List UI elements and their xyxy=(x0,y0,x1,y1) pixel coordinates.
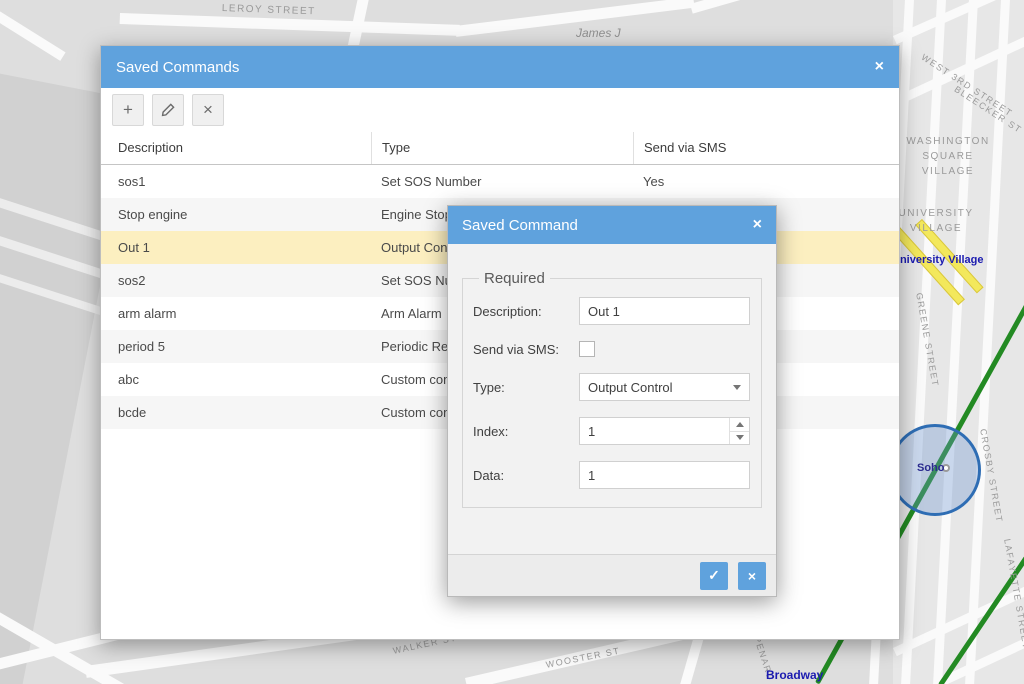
form-row-data: Data: xyxy=(473,461,751,489)
cell-description: bcde xyxy=(101,396,371,429)
grid-header: Description Type Send via SMS xyxy=(101,132,899,165)
triangle-down-icon xyxy=(736,435,744,440)
form-row-description: Description: xyxy=(473,297,751,325)
description-label: Description: xyxy=(473,304,579,319)
close-icon[interactable]: × xyxy=(875,59,884,75)
index-field[interactable] xyxy=(580,418,729,444)
plus-icon: + xyxy=(123,100,133,120)
stepper-buttons xyxy=(729,418,749,444)
cell-type: Set SOS Number xyxy=(371,165,633,198)
type-label: Type: xyxy=(473,380,579,395)
column-header-description[interactable]: Description xyxy=(101,132,371,164)
description-field[interactable] xyxy=(579,297,750,325)
chevron-down-icon xyxy=(733,385,741,390)
check-icon: ✓ xyxy=(708,567,720,584)
poi-label-soho: Soho xyxy=(917,462,945,474)
saved-command-header[interactable]: Saved Command × xyxy=(448,206,776,244)
fieldset-legend: Required xyxy=(479,270,550,287)
column-header-type[interactable]: Type xyxy=(371,132,633,164)
triangle-up-icon xyxy=(736,422,744,427)
pencil-icon xyxy=(161,103,175,117)
cross-icon: × xyxy=(748,568,756,584)
cancel-button[interactable]: × xyxy=(738,562,766,590)
form-row-sms: Send via SMS: xyxy=(473,341,751,357)
street-label-wooster: WOOSTER ST xyxy=(545,646,621,670)
cell-description: abc xyxy=(101,363,371,396)
index-stepper xyxy=(579,417,750,445)
remove-command-button[interactable]: × xyxy=(192,94,224,126)
stepper-down-button[interactable] xyxy=(730,432,749,445)
street-segment xyxy=(0,2,66,61)
form-row-index: Index: xyxy=(473,417,751,445)
commands-toolbar: + × xyxy=(101,88,899,132)
saved-commands-header[interactable]: Saved Commands × xyxy=(101,46,899,88)
cross-icon: × xyxy=(203,100,213,120)
window-title: Saved Commands xyxy=(116,59,239,76)
cell-description: arm alarm xyxy=(101,297,371,330)
dialog-title: Saved Command xyxy=(462,217,578,234)
area-label-line: SQUARE xyxy=(898,149,998,164)
dialog-footer: ✓ × xyxy=(448,554,776,596)
cell-sms: Yes xyxy=(633,165,899,198)
required-fieldset: Required Description: Send via SMS: Type… xyxy=(462,270,762,508)
area-label-washington-square-village: WASHINGTON SQUARE VILLAGE xyxy=(898,134,998,179)
table-row[interactable]: sos1 Set SOS Number Yes xyxy=(101,165,899,198)
edit-command-button[interactable] xyxy=(152,94,184,126)
saved-command-form: Required Description: Send via SMS: Type… xyxy=(448,244,776,554)
type-select-value: Output Control xyxy=(588,380,673,395)
street-segment xyxy=(455,0,695,37)
street-segment xyxy=(120,13,460,36)
send-via-sms-checkbox[interactable] xyxy=(579,341,595,357)
cell-description: period 5 xyxy=(101,330,371,363)
area-label-line: WASHINGTON xyxy=(898,134,998,149)
close-icon[interactable]: × xyxy=(753,217,762,233)
saved-command-dialog: Saved Command × Required Description: Se… xyxy=(447,205,777,597)
type-select[interactable]: Output Control xyxy=(579,373,750,401)
index-label: Index: xyxy=(473,424,579,439)
data-field[interactable] xyxy=(579,461,750,489)
stepper-up-button[interactable] xyxy=(730,418,749,432)
map-label-james: James J xyxy=(576,26,621,40)
area-label-line: VILLAGE xyxy=(898,164,998,179)
column-header-send-via-sms[interactable]: Send via SMS xyxy=(633,132,899,164)
street-segment xyxy=(690,0,875,14)
cell-description: Stop engine xyxy=(101,198,371,231)
send-via-sms-label: Send via SMS: xyxy=(473,342,579,357)
poi-label-university-village: University Village xyxy=(892,254,984,266)
cell-description: sos1 xyxy=(101,165,371,198)
cell-description: sos2 xyxy=(101,264,371,297)
ok-button[interactable]: ✓ xyxy=(700,562,728,590)
data-label: Data: xyxy=(473,468,579,483)
cell-description: Out 1 xyxy=(101,231,371,264)
app-root: LEROY STREET James J WEST 3RD STREET BLE… xyxy=(0,0,1024,684)
street-label-leroy: LEROY STREET xyxy=(222,3,316,17)
add-command-button[interactable]: + xyxy=(112,94,144,126)
street-label-broadway: Broadway xyxy=(766,668,823,682)
form-row-type: Type: Output Control xyxy=(473,373,751,401)
